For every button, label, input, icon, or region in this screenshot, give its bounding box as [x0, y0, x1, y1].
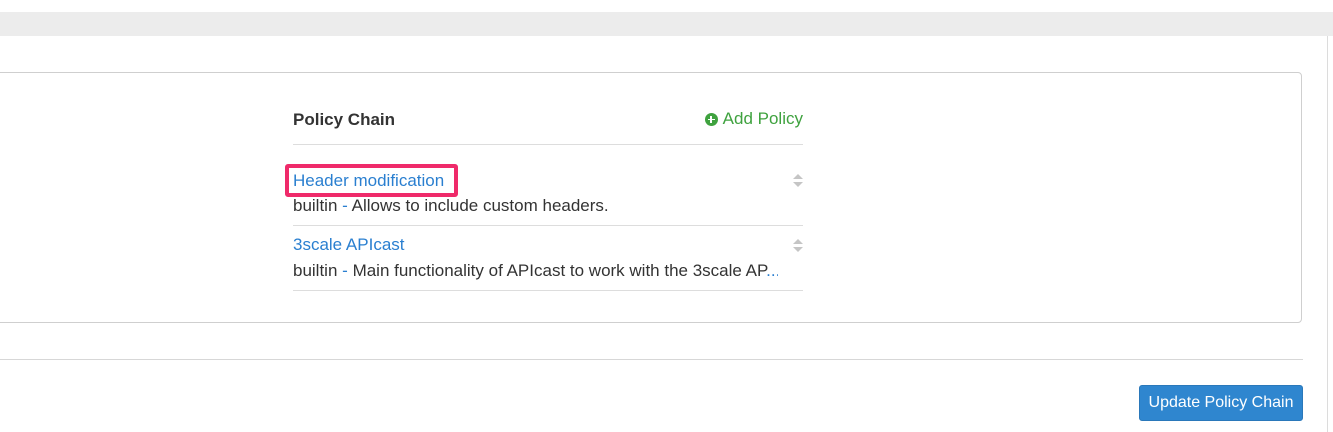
highlight-annotation: [285, 164, 458, 197]
policy-name-link[interactable]: 3scale APIcast: [293, 235, 405, 255]
policy-description: builtin - Main functionality of APIcast …: [293, 261, 778, 281]
add-policy-label: Add Policy: [722, 109, 803, 128]
policy-separator: -: [342, 196, 348, 215]
policy-chain-header: Policy Chain Add Policy: [293, 108, 803, 145]
policy-description-ellipsis: ...: [766, 261, 778, 280]
top-strip: [0, 0, 1333, 12]
plus-circle-icon: [704, 112, 718, 126]
footer-divider: [0, 359, 1303, 360]
policy-source: builtin: [293, 261, 338, 280]
policy-separator: -: [342, 261, 348, 280]
header-band: [0, 12, 1333, 36]
policy-description-text: Allows to include custom headers.: [351, 196, 609, 215]
policy-description-text: Main functionality of APIcast to work wi…: [352, 261, 767, 280]
policy-chain-title: Policy Chain: [293, 110, 396, 129]
policy-description: builtin - Allows to include custom heade…: [293, 196, 778, 216]
policy-item-3scale-apicast: 3scale APIcast builtin - Main functional…: [293, 226, 803, 291]
add-policy-button[interactable]: Add Policy: [704, 109, 803, 129]
update-policy-chain-button[interactable]: Update Policy Chain: [1139, 385, 1303, 421]
policy-source: builtin: [293, 196, 338, 215]
sort-icon[interactable]: [793, 174, 803, 188]
sort-icon[interactable]: [793, 239, 803, 253]
